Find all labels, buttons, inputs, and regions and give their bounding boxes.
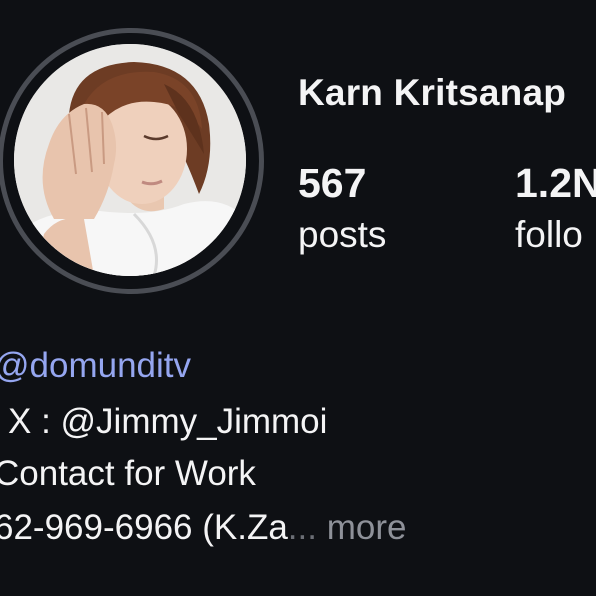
bio-mention-link[interactable]: @domunditv: [0, 346, 191, 386]
bio-line-contact: Contact for Work: [0, 454, 256, 493]
profile-photo: [14, 44, 246, 276]
followers-count[interactable]: 1.2N: [515, 160, 596, 207]
followers-label[interactable]: follo: [515, 214, 583, 256]
posts-count[interactable]: 567: [298, 160, 366, 207]
bio-phone-text: 62-969-6966 (K.Za: [0, 508, 288, 547]
bio-line-phone: 62-969-6966 (K.Za... more: [0, 508, 406, 548]
more-link[interactable]: more: [327, 508, 407, 547]
posts-label[interactable]: posts: [298, 214, 386, 256]
bio-line-x-handle: X : @Jimmy_Jimmoi: [8, 402, 328, 441]
bio-ellipsis: ...: [287, 508, 317, 547]
avatar[interactable]: [14, 44, 246, 276]
profile-name: Karn Kritsanap: [298, 72, 567, 113]
